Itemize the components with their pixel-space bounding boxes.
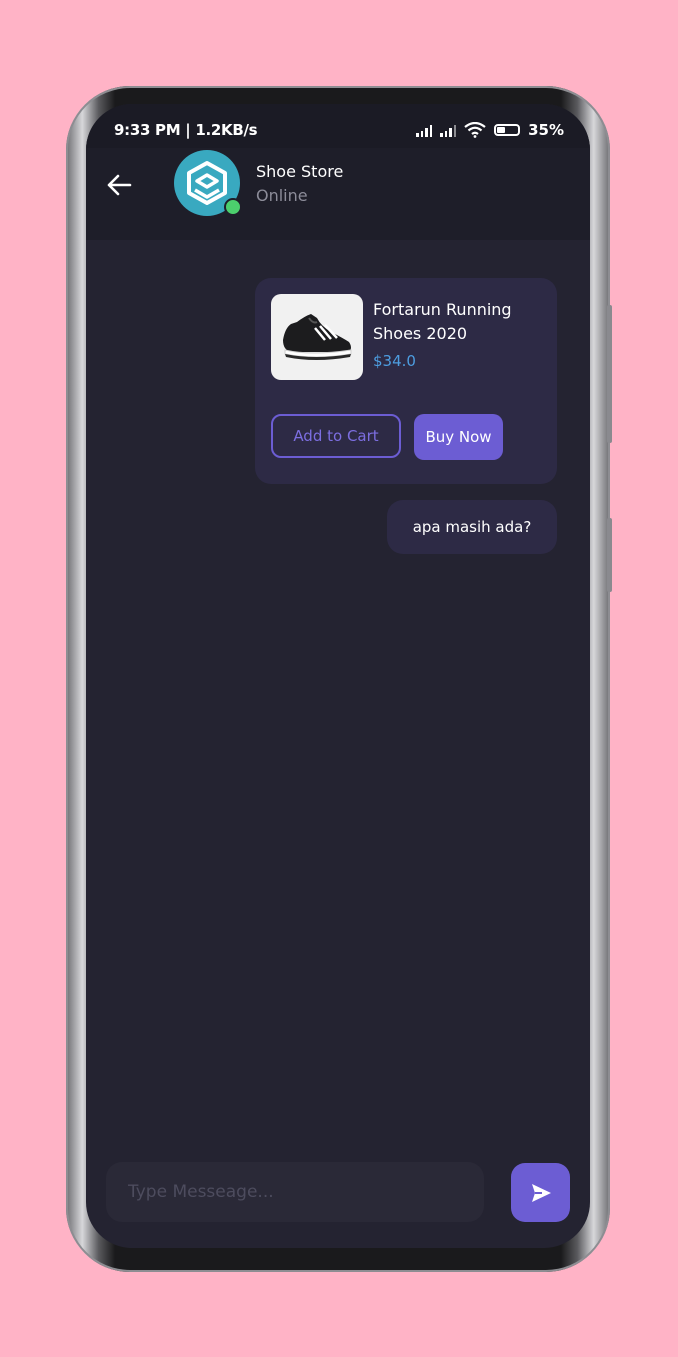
power-button <box>607 518 612 592</box>
signal-icon <box>416 124 433 137</box>
product-name: Fortarun Running Shoes 2020 <box>373 300 512 343</box>
battery-icon <box>494 124 521 136</box>
buy-now-button[interactable]: Buy Now <box>414 414 503 460</box>
phone-screen: 9:33 PM | 1.2KB/s 35% Shoe Store Online … <box>86 104 590 1248</box>
product-price: $34.0 <box>373 352 416 370</box>
status-icons: 35% <box>416 121 564 139</box>
message-input[interactable] <box>106 1162 484 1222</box>
online-indicator <box>224 198 242 216</box>
battery-percent: 35% <box>528 121 564 139</box>
status-time-network: 9:33 PM | 1.2KB/s <box>114 121 258 139</box>
send-icon <box>531 1183 551 1202</box>
wifi-icon <box>464 122 486 138</box>
send-button[interactable] <box>511 1163 570 1222</box>
store-name: Shoe Store <box>256 162 344 181</box>
store-status: Online <box>256 186 308 205</box>
product-image <box>271 294 363 380</box>
add-to-cart-button[interactable]: Add to Cart <box>271 414 401 458</box>
product-card[interactable]: Fortarun Running Shoes 2020 $34.0 Add to… <box>255 278 557 484</box>
arrow-left-icon[interactable] <box>104 170 134 200</box>
status-bar: 9:33 PM | 1.2KB/s 35% <box>86 104 590 148</box>
store-logo-icon <box>187 161 227 205</box>
message-bubble: apa masih ada? <box>387 500 557 554</box>
volume-button <box>607 305 612 443</box>
shoe-icon <box>283 314 352 360</box>
signal-icon <box>440 124 457 137</box>
